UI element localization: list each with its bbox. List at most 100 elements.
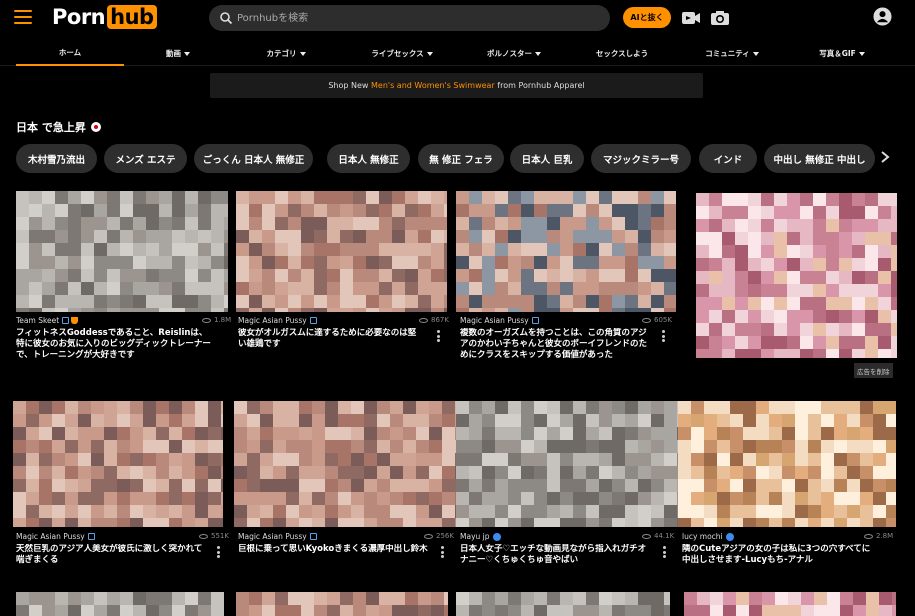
chip[interactable]: ごっくん 日本人 無修正 [194, 144, 313, 173]
more-options-icon[interactable] [663, 546, 667, 558]
chip[interactable]: 中出し 無修正 中出し [764, 144, 875, 173]
video-card[interactable] [456, 592, 670, 616]
chip[interactable]: 日本人 無修正 [327, 144, 410, 173]
mosaic-cell [560, 518, 573, 527]
mosaic-cell [800, 206, 813, 219]
mosaic-cell [16, 256, 29, 269]
user-avatar-icon[interactable] [873, 7, 892, 26]
video-thumbnail[interactable] [456, 401, 678, 527]
nav-item-pornstars[interactable]: ポルノスター [464, 40, 564, 66]
nav-item-home[interactable]: ホーム [16, 40, 124, 66]
video-title[interactable]: 日本人女子♡エッチな動画見ながら指入れガチオナニー♡くちゅくちゅ音やばい [460, 544, 650, 568]
mosaic-cell [787, 323, 800, 336]
more-options-icon[interactable] [441, 546, 445, 558]
video-title[interactable]: フィットネスGoddessであること、Reislinは、特に彼女のお気に入りのビ… [16, 328, 214, 372]
mosaic-cell [886, 453, 896, 466]
mosaic-cell [748, 297, 761, 310]
nav-item-community[interactable]: コミュニティ [680, 40, 784, 66]
video-thumbnail[interactable] [456, 592, 670, 616]
chevron-down-icon [426, 51, 433, 56]
chip[interactable]: インド [699, 144, 757, 173]
video-thumbnail[interactable] [684, 592, 896, 616]
channel-name[interactable]: Magic Asian Pussy [238, 316, 307, 325]
chip[interactable]: マジックミラー号 [591, 144, 691, 173]
chip[interactable]: メンズ エステ [104, 144, 187, 173]
mosaic-cell [865, 271, 878, 284]
video-upload-icon[interactable] [681, 9, 701, 27]
chevron-right-icon[interactable] [879, 150, 891, 164]
video-title[interactable]: 彼女がオルガスムに達するために必要なのは堅い雄鶏です [238, 328, 424, 352]
video-card[interactable]: Team Skeet 1.8M フィットネスGoddessであること、Reisl… [16, 191, 231, 376]
mosaic-cell [366, 256, 379, 269]
video-card[interactable]: Magic Asian Pussy 867K 彼女がオルガスムに達するために必要… [236, 191, 449, 376]
channel-name[interactable]: lucy mochi [682, 532, 723, 541]
channel-name[interactable]: Magic Asian Pussy [238, 532, 307, 541]
video-card[interactable]: Magic Asian Pussy 256K 巨根に乗って思いKyokoきまくる… [234, 401, 456, 576]
video-card[interactable]: Magic Asian Pussy 605K 複数のオーガズムを持つことは、この… [456, 191, 676, 376]
video-thumbnail[interactable] [16, 592, 224, 616]
video-thumbnail[interactable] [678, 401, 896, 527]
video-title[interactable]: 複数のオーガズムを持つことは、この角質のアジアのかわい子ちゃんと彼女のボーイフレ… [460, 328, 650, 372]
nav-item-photos[interactable]: 写真＆GIF [784, 40, 900, 66]
mosaic-cell [133, 230, 146, 243]
more-options-icon[interactable] [217, 546, 221, 558]
mosaic-cell [638, 440, 651, 453]
nav-item-categories[interactable]: カテゴリ [232, 40, 340, 66]
chip[interactable]: 日本人 巨乳 [510, 144, 584, 173]
mosaic-cell [678, 453, 691, 466]
video-thumbnail[interactable] [16, 191, 228, 312]
mosaic-cell [94, 230, 107, 243]
mosaic-cell [547, 427, 560, 440]
mosaic-cell [405, 256, 418, 269]
site-logo[interactable]: Porn hub [52, 4, 157, 30]
more-options-icon[interactable] [437, 330, 441, 342]
chip[interactable]: 無 修正 フェラ [418, 144, 504, 173]
camera-icon[interactable] [710, 9, 730, 27]
mosaic-cell [878, 193, 891, 206]
video-thumbnail[interactable] [234, 401, 456, 527]
chip[interactable]: 木村雪乃流出 [16, 144, 97, 173]
channel-name[interactable]: Magic Asian Pussy [460, 316, 529, 325]
ad-image[interactable] [696, 193, 897, 358]
channel-name[interactable]: Mayu jp [460, 532, 490, 541]
mosaic-cell [795, 427, 808, 440]
video-thumbnail[interactable] [236, 592, 448, 616]
mosaic-cell [247, 440, 260, 453]
mosaic-cell [651, 256, 664, 269]
video-card[interactable]: Magic Asian Pussy 551K 天然巨乳のアジア人美女が彼氏に激し… [13, 401, 229, 576]
video-card[interactable]: Mayu jp 44.1K 日本人女子♡エッチな動画見ながら指入れガチオナニー♡… [456, 401, 678, 576]
video-card[interactable] [684, 592, 896, 616]
mosaic-cell [599, 518, 612, 527]
video-thumbnail[interactable] [456, 191, 676, 312]
mosaic-cell [379, 217, 392, 230]
mosaic-cell [431, 243, 444, 256]
video-card[interactable] [16, 592, 224, 616]
video-title[interactable]: 隣のCuteアジアの女の子は私に3つの穴すべてに中出しさせます-Lucyもち-ア… [682, 544, 878, 568]
channel-name[interactable]: Team Skeet [16, 316, 59, 325]
mosaic-cell [521, 230, 534, 243]
mosaic-cell [573, 505, 586, 518]
remove-ads-button[interactable]: 広告を削除 [854, 363, 893, 378]
search-icon[interactable] [219, 11, 233, 25]
video-title[interactable]: 巨根に乗って思いKyokoきまくる濃厚中出し鈴木 [238, 544, 430, 568]
mosaic-cell [249, 217, 262, 230]
video-title[interactable]: 天然巨乳のアジア人美女が彼氏に激しく突かれて喘ぎまくる [16, 544, 204, 568]
nav-item-videos[interactable]: 動画 [124, 40, 232, 66]
hamburger-menu-icon[interactable] [14, 10, 32, 24]
mosaic-cell [651, 295, 664, 308]
nav-item-live[interactable]: ライブセックス [340, 40, 464, 66]
nav-item-sex[interactable]: セックスしよう [564, 40, 680, 66]
channel-name[interactable]: Magic Asian Pussy [16, 532, 85, 541]
more-options-icon[interactable] [662, 330, 666, 342]
mosaic-cell [314, 243, 327, 256]
video-thumbnail[interactable] [13, 401, 223, 527]
advertisement[interactable] [696, 193, 897, 358]
mosaic-cell [299, 466, 312, 479]
video-thumbnail[interactable] [236, 191, 447, 312]
video-card[interactable]: lucy mochi 2.8M 隣のCuteアジアの女の子は私に3つの穴すべてに… [678, 401, 896, 576]
promo-banner[interactable]: Shop New Men's and Women's Swimwear from… [210, 73, 703, 98]
mosaic-cell [29, 191, 42, 204]
search-input[interactable] [237, 8, 597, 28]
video-card[interactable] [236, 592, 448, 616]
ai-button[interactable]: AIと抜く [623, 7, 671, 28]
